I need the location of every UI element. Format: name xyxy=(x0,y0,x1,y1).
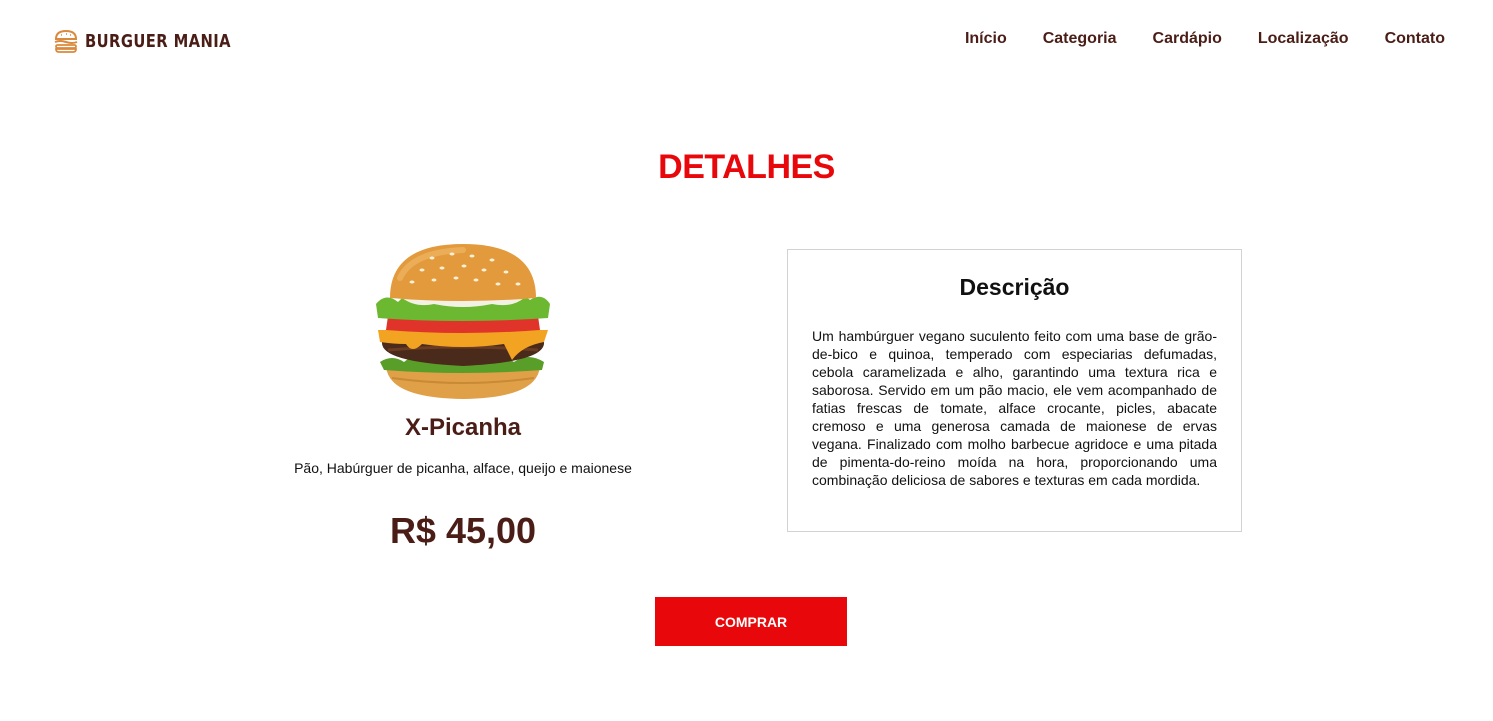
site-header: BURGUER MANIA Início Categoria Cardápio … xyxy=(0,0,1493,82)
nav-item-cardapio[interactable]: Cardápio xyxy=(1153,30,1222,48)
description-title: Descrição xyxy=(959,274,1070,300)
nav-item-localizacao[interactable]: Localização xyxy=(1258,30,1349,48)
burger-photo xyxy=(376,244,550,399)
product-ingredients: Pão, Habúrguer de picanha, alface, queij… xyxy=(294,460,632,476)
product-summary: X-Picanha Pão, Habúrguer de picanha, alf… xyxy=(263,238,663,552)
buy-button[interactable]: COMPRAR xyxy=(655,597,847,646)
nav-item-inicio[interactable]: Início xyxy=(965,30,1007,48)
logo[interactable]: BURGUER MANIA xyxy=(53,28,263,54)
description-text: Um hambúrguer vegano suculento feito com… xyxy=(812,328,1217,488)
page-title: DETALHES xyxy=(658,148,835,186)
nav-item-contato[interactable]: Contato xyxy=(1385,30,1445,48)
logo-text: BURGUER MANIA xyxy=(85,30,231,52)
burger-icon xyxy=(54,29,78,53)
description-card: Descrição Um hambúrguer vegano suculento… xyxy=(787,249,1242,532)
nav-item-categoria[interactable]: Categoria xyxy=(1043,30,1117,48)
main-nav: Início Categoria Cardápio Localização Co… xyxy=(965,30,1445,48)
product-price: R$ 45,00 xyxy=(389,510,537,551)
product-name: X-Picanha xyxy=(404,414,522,441)
